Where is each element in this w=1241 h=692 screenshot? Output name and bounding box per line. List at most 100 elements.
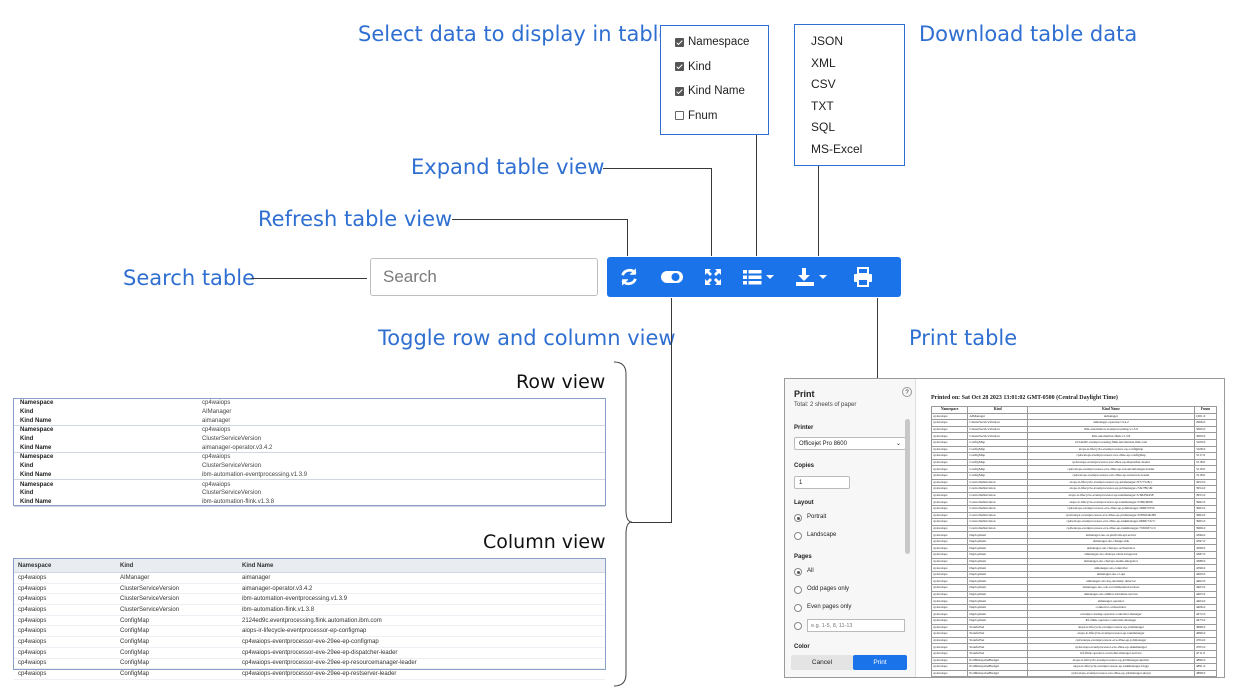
radio-landscape[interactable] (794, 532, 802, 540)
preview-row: cp4waiops StatefulSet aiops-ir-lifecycle-e… (930, 630, 1218, 638)
preview-cell: ConfigMap (967, 438, 1028, 447)
preview-cell: 4704.0 (1193, 636, 1218, 645)
preview-cell: 4398.0 (1193, 544, 1218, 553)
preview-cell: 4399.0 (1193, 564, 1218, 572)
table-row[interactable]: cp4waiops ConfigMap cp4waiops-eventprocess… (14, 648, 605, 659)
download-sql[interactable]: SQL (795, 117, 904, 139)
field-key: Namespace (20, 400, 54, 407)
help-icon[interactable]: ? (902, 387, 912, 397)
column-option-fnum[interactable]: Fnum (675, 104, 768, 129)
table-row[interactable]: cp4waiops ConfigMap cp4waiops-eventprocess… (14, 659, 605, 670)
preview-cell: ConfigMap (967, 471, 1028, 480)
preview-cell: cp4waiops (930, 465, 969, 473)
radio-pages-even[interactable] (794, 604, 802, 612)
table-row[interactable]: cp4waiops ClusterServiceVersion ibm-automa… (14, 605, 605, 616)
checkbox-checked-icon[interactable] (675, 62, 684, 72)
checkbox-checked-icon[interactable] (675, 37, 684, 47)
preview-row: cp4waiops Deployment aimanager-aio-similar… (930, 590, 1218, 599)
table-row[interactable]: cp4waiops ConfigMap cp4waiops-eventprocess… (14, 669, 605, 680)
download-xml[interactable]: XML (795, 53, 904, 75)
print-confirm-button[interactable]: Print (853, 655, 907, 670)
preview-cell: aimanager-aio-similar-incidents-service (1026, 590, 1195, 599)
callout-toggle: Toggle row and column view (378, 326, 676, 350)
radio-portrait[interactable] (794, 514, 802, 522)
print-subtitle: Total: 2 sheets of paper (794, 402, 857, 408)
checkbox-checked-icon[interactable] (675, 86, 684, 96)
expand-button[interactable] (693, 257, 733, 297)
settings-scrollbar[interactable] (905, 419, 910, 554)
download-csv[interactable]: CSV (795, 74, 904, 96)
preview-cell: 4705.0 (1193, 643, 1218, 651)
preview-cell: cp4waiops (930, 412, 969, 421)
table-row[interactable]: cp4waiops ConfigMap cp4waiops-eventprocess… (14, 637, 605, 648)
table-cell: ConfigMap (120, 649, 150, 656)
pages-custom-input[interactable] (807, 619, 905, 632)
columns-dropdown-button[interactable] (733, 257, 783, 297)
preview-cell: ControllerRevision (967, 478, 1028, 487)
preview-cell: ibm-automation-eventprocessing.v1.3.9 (1026, 425, 1195, 434)
field-value: ClusterServiceVersion (202, 490, 262, 497)
row-view-field: Namespace cp4waiops (14, 399, 605, 408)
toggle-view-button[interactable] (651, 257, 693, 297)
field-value: cp4waiops (202, 454, 231, 461)
download-json[interactable]: JSON (795, 31, 904, 53)
preview-row: cp4waiops StatefulSet cp4waiops-eventproce… (930, 643, 1218, 651)
radio-pages-all[interactable] (794, 568, 802, 576)
preview-cell: 3009.0 (1193, 432, 1218, 440)
printer-select[interactable]: Officejet Pro 8600 ⌄ (794, 437, 906, 450)
table-cell: ConfigMap (120, 617, 150, 624)
preview-row: cp4waiops ConfigMap aiops-ir-lifecycle-eve… (930, 445, 1218, 454)
preview-cell: 2006.0 (1193, 419, 1218, 427)
preview-row: cp4waiops StatefulSet ibf-flink-operator-c… (930, 649, 1218, 658)
preview-cell: cp4waiops (930, 597, 969, 605)
table-row[interactable]: cp4waiops ClusterServiceVersion ibm-automa… (14, 594, 605, 606)
table-row[interactable]: cp4waiops AIManager aimanager (14, 573, 605, 584)
search-input[interactable] (370, 258, 598, 296)
table-row[interactable]: cp4waiops ClusterServiceVersion aimanager-… (14, 584, 605, 595)
table-cell: cp4waiops-eventprocessor-eve-29ee-ep-res… (242, 671, 397, 678)
print-button[interactable] (839, 257, 887, 297)
cancel-button[interactable]: Cancel (791, 655, 853, 670)
preview-cell: cp4waiops (930, 663, 969, 671)
table-cell: cp4waiops (18, 574, 47, 581)
copies-input[interactable]: 1 (794, 476, 850, 489)
field-value: ClusterServiceVersion (202, 463, 262, 470)
radio-pages-odd[interactable] (794, 586, 802, 594)
preview-cell: PodDisruptionBudget (967, 676, 1028, 677)
header-kind-name[interactable]: Kind Name (240, 563, 605, 569)
refresh-button[interactable] (607, 257, 651, 297)
preview-cell: cp4waiops (930, 643, 969, 651)
preview-cell: cp4waiops (930, 485, 969, 493)
column-option-kind[interactable]: Kind (675, 55, 768, 80)
table-row[interactable]: cp4waiops ConfigMap aiops-ir-lifecycle-eve… (14, 626, 605, 638)
table-row[interactable]: cp4waiops ConfigMap 2124ed9c.eventprocessi… (14, 616, 605, 627)
preview-row: cp4waiops Deployment aimanager-aio-oob-rec… (930, 584, 1218, 592)
row-view-field: Kind ClusterServiceVersion (14, 435, 605, 444)
column-option-namespace[interactable]: Namespace (675, 30, 768, 55)
preview-cell: 4699.0 (1193, 630, 1218, 638)
field-key: Namespace (20, 427, 54, 434)
download-ms-excel[interactable]: MS-Excel (795, 139, 904, 161)
download-dropdown-button[interactable] (783, 257, 839, 297)
preview-row: cp4waiops ClusterServiceVersion ibm-automa… (930, 425, 1218, 434)
header-kind[interactable]: Kind (118, 563, 240, 569)
preview-cell: StatefulSet (967, 636, 1028, 645)
table-cell: ibm-automation-eventprocessing.v1.3.9 (242, 596, 348, 603)
preview-cell: cp4waiops (930, 577, 969, 586)
download-txt[interactable]: TXT (795, 96, 904, 118)
checkbox-unchecked-icon[interactable] (675, 111, 684, 121)
print-settings-panel: Print Total: 2 sheets of paper ? Printer… (785, 379, 916, 677)
preview-cell: 3963.0 (1193, 504, 1218, 513)
header-namespace[interactable]: Namespace (14, 563, 118, 569)
column-option-kind-name[interactable]: Kind Name (675, 79, 768, 104)
preview-cell: cp4waiops (930, 551, 969, 559)
radio-pages-custom[interactable] (794, 622, 802, 630)
preview-row: cp4waiops Deployment connector-orchestrato… (930, 603, 1218, 612)
preview-cell: cp4waiops-eventprocessor-eve-29ee-ep-tas… (1026, 676, 1195, 677)
preview-cell: 4473.0 (1193, 617, 1218, 625)
preview-cell: ControllerRevision (967, 498, 1028, 506)
preview-cell: ClusterServiceVersion (967, 432, 1028, 440)
refresh-icon (621, 268, 637, 286)
field-value: aimanager-operator.v3.4.2 (202, 444, 273, 451)
preview-row: cp4waiops ControllerRevision aiops-ir-life… (930, 478, 1218, 487)
